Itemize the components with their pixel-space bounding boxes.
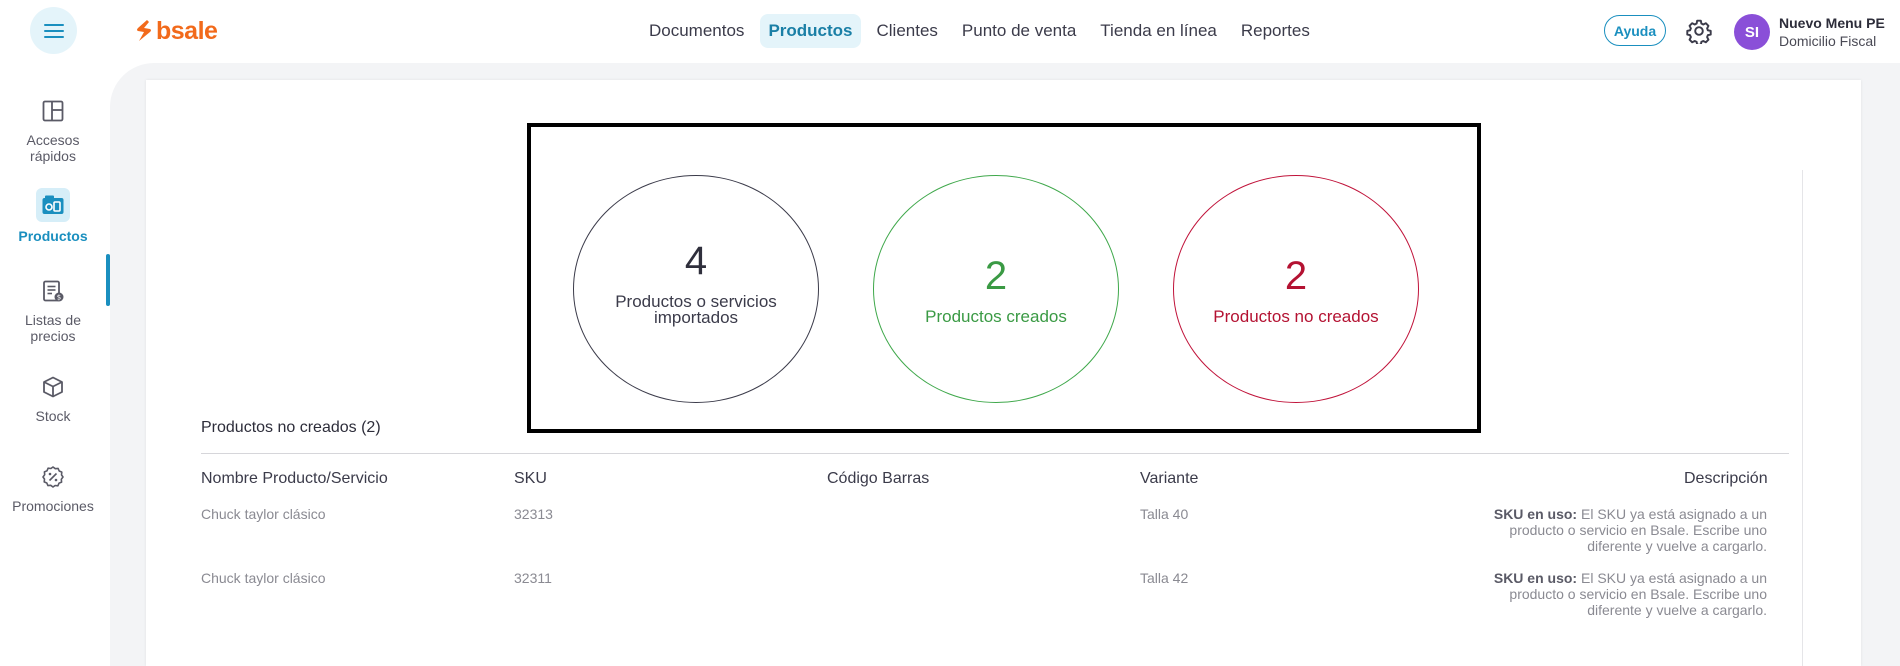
avatar[interactable]: SI bbox=[1734, 14, 1770, 50]
cell-variant: Talla 40 bbox=[1140, 506, 1189, 522]
created-caption: Productos creados bbox=[925, 307, 1067, 326]
card-divider bbox=[1802, 170, 1803, 666]
sidebar-label: Listas de precios bbox=[24, 312, 82, 344]
account-menu[interactable]: Nuevo Menu PE Domicilio Fiscal bbox=[1779, 14, 1885, 50]
cell-sku: 32313 bbox=[514, 506, 553, 522]
nav-documentos[interactable]: Documentos bbox=[641, 14, 752, 48]
hamburger-icon bbox=[43, 23, 64, 38]
nav-punto-de-venta[interactable]: Punto de venta bbox=[954, 14, 1084, 48]
bsale-logo-icon bbox=[137, 20, 151, 41]
sidebar-label: Accesos rápidos bbox=[26, 132, 80, 164]
not-created-caption: Productos no creados bbox=[1213, 307, 1379, 326]
table-divider bbox=[201, 453, 1789, 454]
nav-clientes[interactable]: Clientes bbox=[869, 14, 946, 48]
not-created-count-circle: 2 Productos no creados bbox=[1173, 175, 1419, 403]
logo-text: bsale bbox=[156, 16, 218, 45]
sidebar-label: Promociones bbox=[12, 498, 94, 514]
section-title: Productos no creados (2) bbox=[201, 419, 381, 436]
box-icon bbox=[38, 372, 68, 402]
sidebar-item-listas-de-precios[interactable]: $ Listas de precios bbox=[0, 276, 106, 344]
sidebar-label: Stock bbox=[35, 408, 71, 424]
imported-count: 4 bbox=[684, 239, 708, 283]
column-header-description: Descripción bbox=[1684, 470, 1768, 487]
column-header-variant: Variante bbox=[1140, 470, 1199, 487]
sidebar-item-stock[interactable]: Stock bbox=[0, 372, 106, 424]
nav-productos[interactable]: Productos bbox=[760, 14, 861, 48]
discount-icon bbox=[38, 462, 68, 492]
cell-sku: 32311 bbox=[514, 570, 552, 586]
cell-description: SKU en uso: El SKU ya está asignado a un… bbox=[1493, 506, 1767, 554]
created-count: 2 bbox=[984, 254, 1008, 298]
products-icon bbox=[36, 188, 70, 222]
created-count-circle: 2 Productos creados bbox=[873, 175, 1119, 403]
cell-description: SKU en uso: El SKU ya está asignado a un… bbox=[1493, 570, 1767, 618]
nav-reportes[interactable]: Reportes bbox=[1233, 14, 1318, 48]
svg-text:$: $ bbox=[57, 294, 61, 302]
cell-variant: Talla 42 bbox=[1140, 570, 1189, 586]
imported-caption: Productos o servicios importados bbox=[615, 292, 777, 327]
not-created-count: 2 bbox=[1284, 254, 1308, 298]
bsale-logo[interactable]: bsale bbox=[135, 16, 218, 45]
column-header-sku: SKU bbox=[514, 470, 547, 487]
sidebar-item-promociones[interactable]: Promociones bbox=[0, 462, 106, 514]
imported-count-circle: 4 Productos o servicios importados bbox=[573, 175, 819, 403]
account-branch: Domicilio Fiscal bbox=[1779, 33, 1877, 49]
sidebar: Accesos rápidos Productos $ Listas de prec… bbox=[0, 64, 110, 666]
help-button[interactable]: Ayuda bbox=[1604, 15, 1666, 46]
top-bar: bsale Documentos Productos Clientes Punt… bbox=[0, 0, 1900, 64]
gear-icon[interactable] bbox=[1686, 18, 1712, 44]
import-summary: 4 Productos o servicios importados 2 Prod… bbox=[527, 123, 1481, 433]
column-header-barcode: Código Barras bbox=[827, 470, 930, 487]
sidebar-label: Productos bbox=[18, 228, 88, 244]
sidebar-item-productos[interactable]: Productos bbox=[0, 188, 106, 244]
hamburger-menu-button[interactable] bbox=[30, 7, 77, 54]
account-name: Nuevo Menu PE bbox=[1779, 15, 1885, 31]
main-nav: Documentos Productos Clientes Punto de v… bbox=[641, 13, 1318, 49]
nav-tienda-en-linea[interactable]: Tienda en línea bbox=[1092, 14, 1225, 48]
price-list-icon: $ bbox=[38, 276, 68, 306]
cell-name: Chuck taylor clásico bbox=[201, 570, 326, 586]
column-header-name: Nombre Producto/Servicio bbox=[201, 470, 388, 487]
sidebar-item-accesos-rapidos[interactable]: Accesos rápidos bbox=[0, 96, 106, 164]
layout-icon bbox=[38, 96, 68, 126]
cell-name: Chuck taylor clásico bbox=[201, 506, 326, 522]
